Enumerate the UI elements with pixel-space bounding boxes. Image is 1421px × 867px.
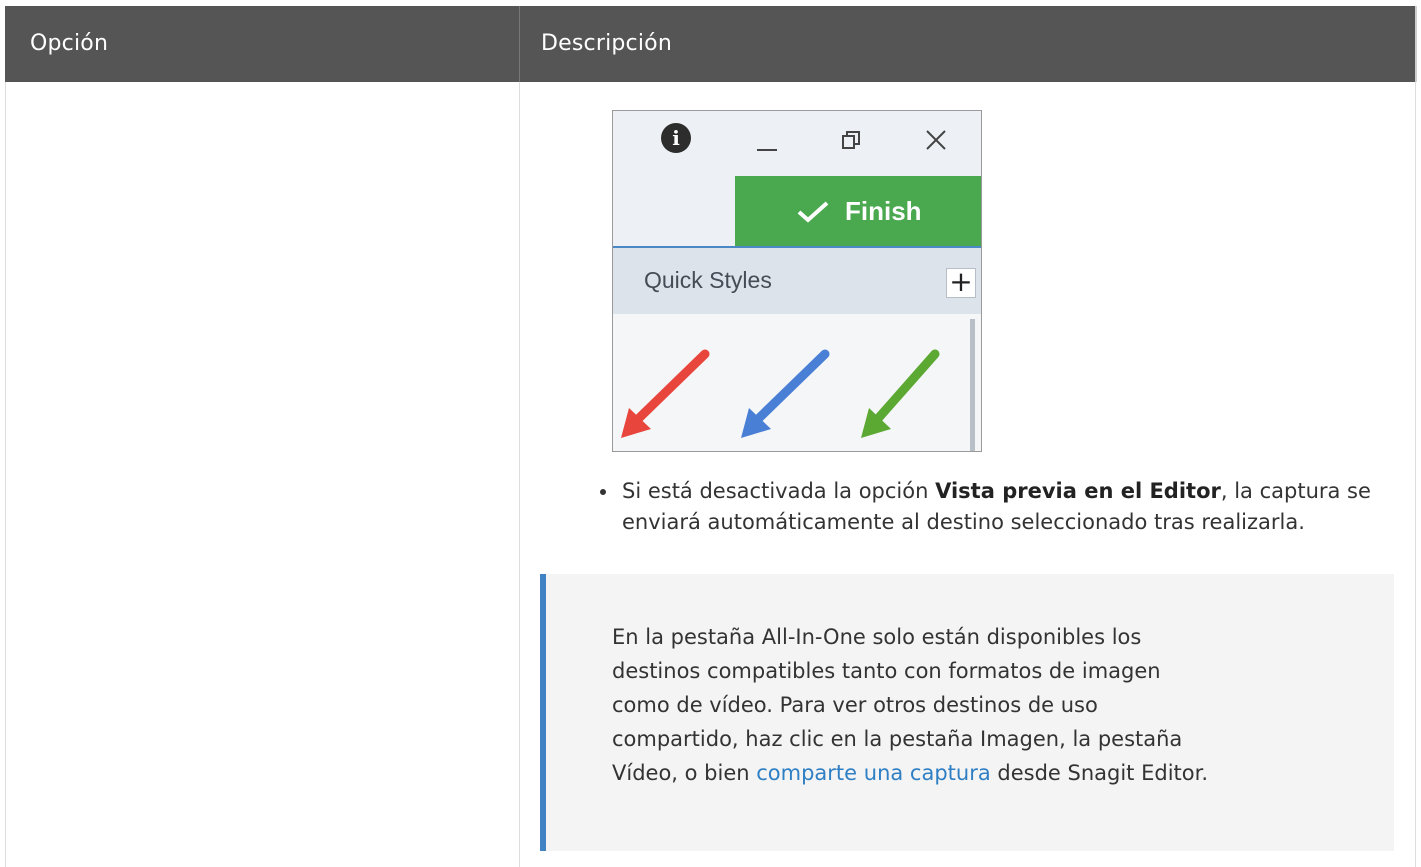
header-divider — [519, 6, 520, 82]
green-arrow-icon — [861, 349, 940, 438]
column-header-option: Opción — [30, 31, 109, 56]
table-header: Opción Descripción — [5, 6, 1415, 82]
blue-arrow-icon — [741, 349, 830, 438]
snagit-editor-screenshot: i Finish Quick Styles + — [612, 110, 982, 452]
checkmark-icon — [797, 201, 829, 223]
note-callout: En la pestaña All-In-One solo están disp… — [540, 574, 1394, 851]
note-text: En la pestaña All-In-One solo están disp… — [612, 620, 1212, 790]
share-capture-link[interactable]: comparte una captura — [756, 761, 990, 785]
bullet-dot — [600, 489, 606, 495]
close-icon — [926, 130, 946, 150]
quick-styles-header: Quick Styles + — [613, 248, 981, 314]
finish-button: Finish — [735, 176, 981, 246]
list-item: Si está desactivada la opción Vista prev… — [596, 476, 1396, 538]
column-divider — [519, 82, 520, 867]
gallery-scrollbar — [970, 319, 975, 451]
minimize-icon — [757, 149, 777, 151]
column-header-description: Descripción — [541, 31, 672, 56]
finish-label: Finish — [845, 196, 922, 226]
red-arrow-icon — [621, 349, 710, 438]
arrow-styles — [621, 349, 940, 438]
table-left-border — [5, 82, 6, 867]
quick-styles-title: Quick Styles — [644, 267, 772, 293]
table-right-border — [1415, 82, 1416, 867]
plus-icon: + — [946, 268, 976, 298]
bullet-prefix: Si está desactivada la opción — [622, 479, 936, 503]
note-text-after: desde Snagit Editor. — [990, 761, 1208, 785]
info-icon: i — [661, 123, 691, 153]
bullet-bold-option: Vista previa en el Editor — [935, 479, 1221, 503]
restore-icon — [842, 131, 860, 149]
header-right-border — [1415, 6, 1417, 82]
bullet-list: Si está desactivada la opción Vista prev… — [596, 476, 1396, 538]
